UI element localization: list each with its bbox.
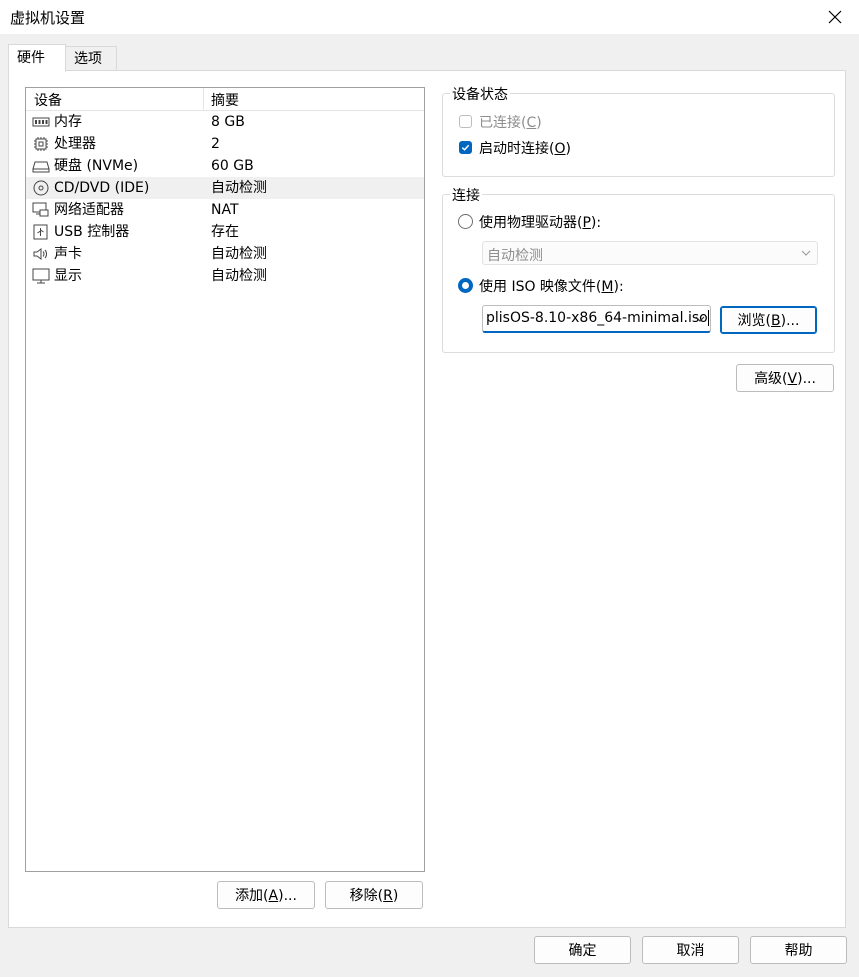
advanced-button[interactable]: 高级(V)... xyxy=(736,364,834,392)
connect-at-power-on-checkbox[interactable] xyxy=(459,141,472,154)
text-cursor xyxy=(707,310,709,326)
column-header-summary[interactable]: 摘要 xyxy=(211,90,239,110)
browse-button-label: 浏览(B)... xyxy=(737,313,800,329)
add-button-label: 添加(A)... xyxy=(235,888,297,904)
title-bar: 虚拟机设置 xyxy=(0,0,859,34)
device-row-display[interactable]: 显示 自动检测 xyxy=(26,265,424,287)
cd-dvd-icon xyxy=(33,180,49,196)
device-status-group xyxy=(442,93,835,177)
device-summary: 自动检测 xyxy=(211,246,267,262)
device-summary: 自动检测 xyxy=(211,180,267,196)
device-status-title: 设备状态 xyxy=(450,84,510,104)
device-name: USB 控制器 xyxy=(54,224,130,240)
chevron-down-icon xyxy=(801,250,811,256)
close-icon xyxy=(828,10,842,24)
connected-checkbox[interactable] xyxy=(459,115,472,128)
hardware-panel: 设备 摘要 内存 8 GB 处理器 2 硬盘 (NVMe) 60 GB CD/D… xyxy=(8,70,846,928)
device-list-header: 设备 摘要 xyxy=(26,88,424,111)
window-title: 虚拟机设置 xyxy=(10,9,86,27)
device-name: 处理器 xyxy=(54,136,96,152)
device-row-hard-disk[interactable]: 硬盘 (NVMe) 60 GB xyxy=(26,155,424,177)
device-row-sound-card[interactable]: 声卡 自动检测 xyxy=(26,243,424,265)
usb-icon xyxy=(33,224,48,240)
physical-drive-radio[interactable] xyxy=(458,214,473,229)
device-summary: 存在 xyxy=(211,224,239,240)
device-summary: 2 xyxy=(211,136,220,152)
cancel-button[interactable]: 取消 xyxy=(642,936,739,964)
add-button[interactable]: 添加(A)... xyxy=(217,881,315,909)
physical-drive-select[interactable]: 自动检测 xyxy=(482,241,818,265)
ok-button[interactable]: 确定 xyxy=(534,936,631,964)
checkmark-icon xyxy=(461,144,470,151)
device-name: 网络适配器 xyxy=(54,202,124,218)
help-button[interactable]: 帮助 xyxy=(750,936,847,964)
iso-path-input[interactable]: plisOS-8.10-x86_64-minimal.iso xyxy=(486,310,709,326)
chevron-down-icon[interactable] xyxy=(695,315,705,323)
tab-hardware[interactable]: 硬件 xyxy=(8,44,66,72)
physical-drive-value: 自动检测 xyxy=(487,248,543,264)
connected-label: 已连接(C) xyxy=(479,115,542,131)
device-name: 硬盘 (NVMe) xyxy=(54,158,139,174)
hard-disk-icon xyxy=(32,161,50,173)
remove-button[interactable]: 移除(R) xyxy=(325,881,423,909)
device-row-network-adapter[interactable]: 网络适配器 NAT xyxy=(26,199,424,221)
device-row-memory[interactable]: 内存 8 GB xyxy=(26,111,424,133)
iso-path-combobox[interactable]: plisOS-8.10-x86_64-minimal.iso xyxy=(482,305,711,333)
speaker-icon xyxy=(33,248,47,260)
device-name: 内存 xyxy=(54,114,82,130)
advanced-button-label: 高级(V)... xyxy=(754,371,816,387)
device-summary: NAT xyxy=(211,202,239,218)
column-divider[interactable] xyxy=(203,88,204,110)
remove-button-label: 移除(R) xyxy=(349,888,399,904)
device-row-cd-dvd[interactable]: CD/DVD (IDE) 自动检测 xyxy=(26,177,424,199)
tab-options[interactable]: 选项 xyxy=(65,46,117,71)
column-header-device[interactable]: 设备 xyxy=(34,90,62,110)
iso-image-label: 使用 ISO 映像文件(M): xyxy=(479,279,624,295)
device-list[interactable]: 设备 摘要 内存 8 GB 处理器 2 硬盘 (NVMe) 60 GB CD/D… xyxy=(25,87,425,872)
device-name: CD/DVD (IDE) xyxy=(54,180,150,196)
device-row-usb-controller[interactable]: USB 控制器 存在 xyxy=(26,221,424,243)
browse-button[interactable]: 浏览(B)... xyxy=(720,306,817,334)
connect-at-power-on-label: 启动时连接(O) xyxy=(479,141,571,157)
device-summary: 自动检测 xyxy=(211,268,267,284)
cpu-icon xyxy=(34,137,48,151)
iso-image-radio[interactable] xyxy=(458,278,473,293)
device-name: 显示 xyxy=(54,268,82,284)
network-adapter-icon xyxy=(32,202,49,217)
physical-drive-label: 使用物理驱动器(P): xyxy=(479,215,602,231)
device-summary: 60 GB xyxy=(211,158,254,174)
connection-title: 连接 xyxy=(450,185,482,205)
device-name: 声卡 xyxy=(54,246,82,262)
monitor-icon xyxy=(32,268,50,284)
device-summary: 8 GB xyxy=(211,114,245,130)
device-row-processor[interactable]: 处理器 2 xyxy=(26,133,424,155)
memory-icon xyxy=(32,117,50,127)
close-button[interactable] xyxy=(817,2,853,32)
